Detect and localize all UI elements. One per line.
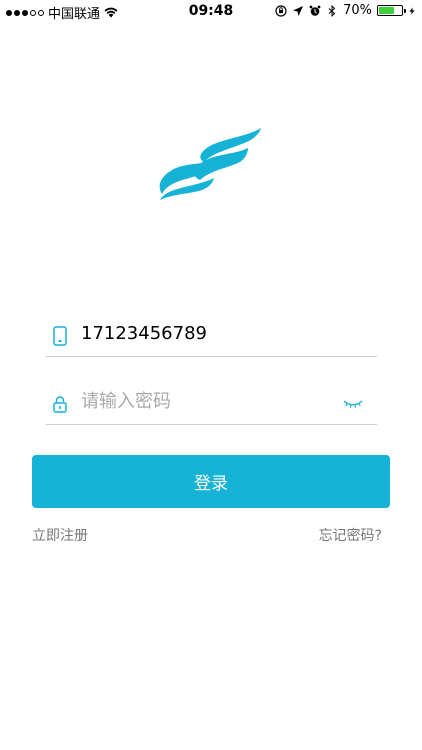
phone-input[interactable] (81, 322, 331, 346)
password-input[interactable] (81, 390, 331, 414)
phone-field-row (46, 316, 377, 357)
battery-percent: 70% (343, 3, 372, 18)
status-bar: 中国联通 09:48 70% (0, 0, 422, 22)
login-button[interactable]: 登录 (32, 455, 390, 508)
phone-icon (53, 326, 67, 346)
password-field-row (46, 384, 377, 425)
eye-closed-icon[interactable] (343, 398, 363, 410)
forgot-password-link[interactable]: 忘记密码? (319, 525, 382, 545)
app-logo-icon (159, 128, 261, 200)
charging-icon (409, 6, 415, 15)
battery-fill (379, 7, 395, 14)
status-bar-right: 70% (275, 3, 416, 18)
battery-icon (377, 5, 406, 16)
bluetooth-icon (328, 4, 336, 17)
location-icon (293, 5, 304, 16)
orientation-lock-icon (275, 4, 287, 17)
lock-icon (53, 396, 67, 413)
alarm-icon (309, 5, 321, 16)
register-link[interactable]: 立即注册 (32, 525, 88, 545)
